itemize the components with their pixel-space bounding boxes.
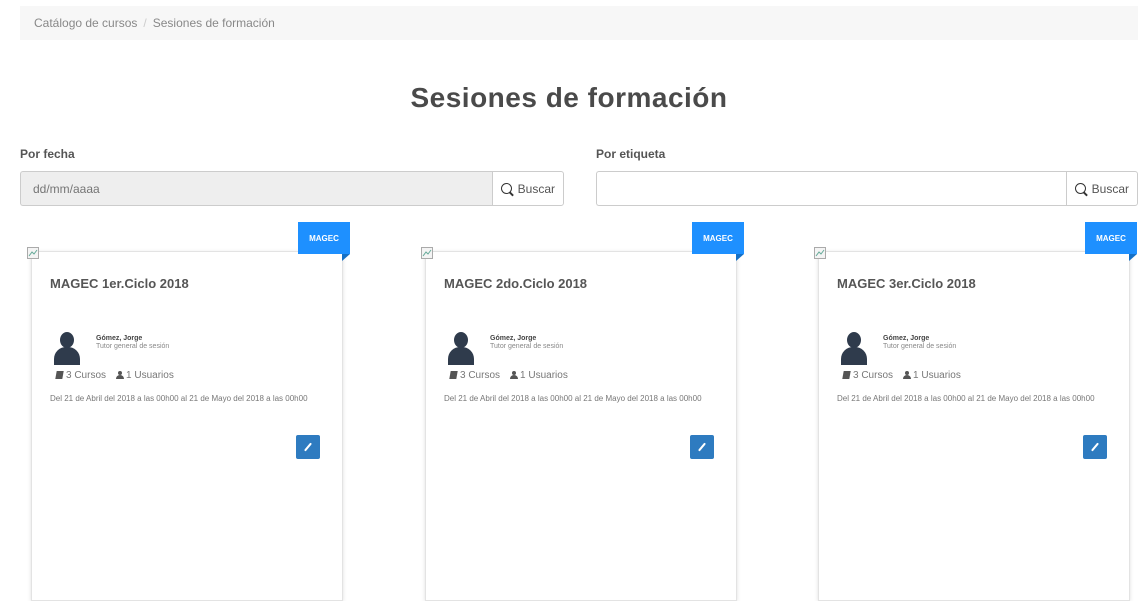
tutor-name: Gómez, Jorge <box>883 335 930 342</box>
pencil-icon <box>304 442 312 452</box>
book-icon <box>842 371 851 379</box>
user-icon <box>903 371 912 379</box>
tutor-block: Gómez, Jorge Tutor general de sesión <box>446 332 563 366</box>
users-count: 1 Usuarios <box>913 370 961 381</box>
tag-input[interactable] <box>596 171 1066 206</box>
card-title[interactable]: MAGEC 2do.Ciclo 2018 <box>444 276 587 291</box>
search-icon <box>500 183 512 194</box>
broken-image-icon <box>814 247 826 259</box>
search-icon <box>1074 183 1086 194</box>
date-search-button-label: Buscar <box>517 181 555 196</box>
session-dates: Del 21 de Abril del 2018 a las 00h00 al … <box>50 394 308 403</box>
tag-filter-group: Buscar <box>596 171 1138 206</box>
tutor-role: Tutor general de sesión <box>883 343 957 350</box>
user-icon <box>116 371 125 379</box>
card-title[interactable]: MAGEC 3er.Ciclo 2018 <box>837 276 976 291</box>
tag-search-button-label: Buscar <box>1091 181 1129 196</box>
tag-ribbon: MAGEC <box>692 222 744 261</box>
tutor-name: Gómez, Jorge <box>96 335 143 342</box>
breadcrumb-separator: / <box>143 16 147 30</box>
courses-count: 3 Cursos <box>460 370 501 381</box>
session-card[interactable]: MAGEC MAGEC 2do.Ciclo 2018 Gómez, Jorge … <box>421 222 744 601</box>
card-stats: 3 Cursos 1 Usuarios <box>449 370 568 381</box>
tutor-block: Gómez, Jorge Tutor general de sesión <box>52 332 169 366</box>
session-dates: Del 21 de Abril del 2018 a las 00h00 al … <box>837 394 1095 403</box>
avatar-icon <box>446 332 476 366</box>
edit-button[interactable] <box>1083 435 1107 459</box>
date-search-button[interactable]: Buscar <box>491 171 564 206</box>
card-title[interactable]: MAGEC 1er.Ciclo 2018 <box>50 276 189 291</box>
book-icon <box>449 371 458 379</box>
avatar-icon <box>839 332 869 366</box>
breadcrumb-item-current: Sesiones de formación <box>152 16 275 30</box>
edit-button[interactable] <box>296 435 320 459</box>
tag-ribbon: MAGEC <box>298 222 350 261</box>
courses-count: 3 Cursos <box>66 370 107 381</box>
card-stats: 3 Cursos 1 Usuarios <box>842 370 961 381</box>
users-count: 1 Usuarios <box>520 370 568 381</box>
breadcrumb-item-catalog[interactable]: Catálogo de cursos <box>34 16 137 30</box>
tag-ribbon: MAGEC <box>1085 222 1137 261</box>
pencil-icon <box>698 442 706 452</box>
book-icon <box>55 371 64 379</box>
courses-count: 3 Cursos <box>853 370 894 381</box>
user-icon <box>510 371 519 379</box>
page-title: Sesiones de formación <box>410 82 728 113</box>
broken-image-icon <box>421 247 433 259</box>
tutor-role: Tutor general de sesión <box>490 343 564 350</box>
edit-button[interactable] <box>690 435 714 459</box>
pencil-icon <box>1091 442 1099 452</box>
date-filter-label: Por fecha <box>20 147 75 161</box>
date-filter-group: Buscar <box>20 171 564 206</box>
card-stats: 3 Cursos 1 Usuarios <box>55 370 174 381</box>
tag-search-button[interactable]: Buscar <box>1065 171 1138 206</box>
breadcrumb: Catálogo de cursos / Sesiones de formaci… <box>20 6 1138 40</box>
avatar-icon <box>52 332 82 366</box>
tutor-name: Gómez, Jorge <box>490 335 537 342</box>
date-input[interactable] <box>20 171 492 206</box>
broken-image-icon <box>27 247 39 259</box>
session-card[interactable]: MAGEC MAGEC 1er.Ciclo 2018 Gómez, Jorge … <box>27 222 350 601</box>
tag-filter-label: Por etiqueta <box>596 147 666 161</box>
users-count: 1 Usuarios <box>126 370 174 381</box>
tutor-block: Gómez, Jorge Tutor general de sesión <box>839 332 956 366</box>
session-card[interactable]: MAGEC MAGEC 3er.Ciclo 2018 Gómez, Jorge … <box>814 222 1137 601</box>
session-dates: Del 21 de Abril del 2018 a las 00h00 al … <box>444 394 702 403</box>
tutor-role: Tutor general de sesión <box>96 343 170 350</box>
